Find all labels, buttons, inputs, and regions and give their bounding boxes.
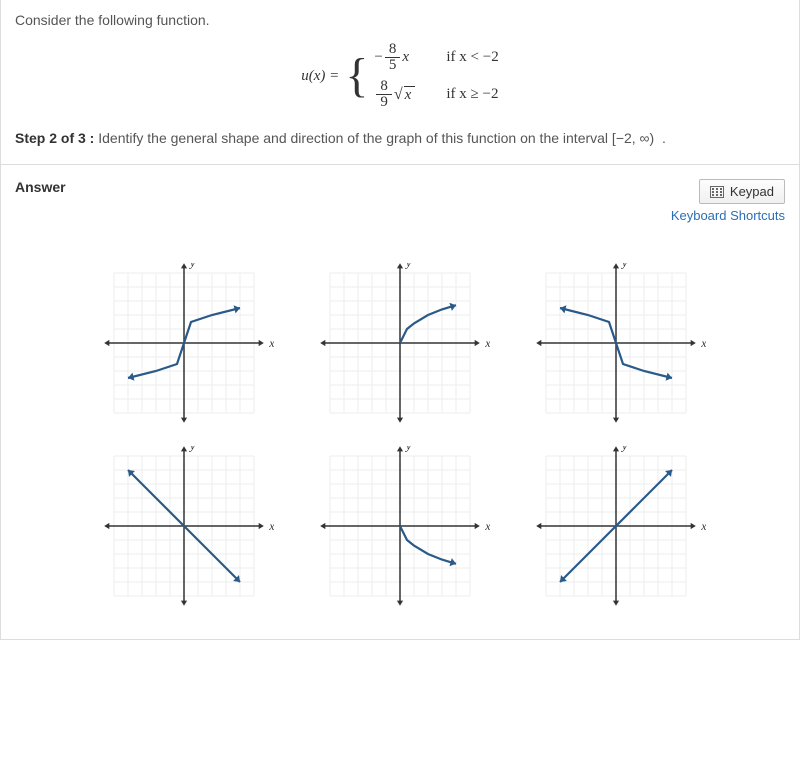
svg-text:x: x	[700, 336, 706, 350]
keypad-button[interactable]: Keypad	[699, 179, 785, 204]
case-1: − 8 5 x if x < −2	[374, 42, 498, 73]
radical-icon: √	[394, 86, 403, 104]
keypad-area: Keypad Keyboard Shortcuts	[671, 179, 785, 223]
svg-text:y: y	[621, 446, 628, 453]
case-2-expr: 8 9 √x	[374, 79, 434, 110]
piecewise-function: u(x) = { − 8 5 x if x < −2	[15, 42, 785, 110]
keyboard-shortcuts-link[interactable]: Keyboard Shortcuts	[671, 208, 785, 223]
answer-panel: Answer Keypad Keyboard Shortcuts xy xy x	[0, 165, 800, 640]
frac-den: 9	[376, 95, 392, 110]
graph-choice-5[interactable]: xy	[310, 446, 490, 609]
minus-sign: −	[374, 49, 382, 66]
step-text: Identify the general shape and direction…	[98, 130, 666, 146]
step-line: Step 2 of 3 : Identify the general shape…	[15, 130, 785, 146]
graph-choice-2[interactable]: xy	[310, 263, 490, 426]
frac-8-5: 8 5	[385, 42, 401, 73]
case-1-expr: − 8 5 x	[374, 42, 434, 73]
step-label: Step 2 of 3 :	[15, 130, 94, 146]
keypad-button-label: Keypad	[730, 184, 774, 199]
svg-text:x: x	[268, 519, 274, 533]
frac-8-9: 8 9	[376, 79, 392, 110]
case-2: 8 9 √x if x ≥ −2	[374, 79, 498, 110]
svg-text:y: y	[621, 263, 628, 270]
function-name: u(x) =	[301, 68, 339, 85]
graph-choice-4[interactable]: xy	[94, 446, 274, 609]
answer-label: Answer	[15, 179, 66, 195]
keypad-icon	[710, 186, 724, 198]
graph-row-2: xy xy xy	[94, 446, 706, 609]
graph-choices: xy xy xy xy xy xy	[15, 263, 785, 609]
question-panel: Consider the following function. u(x) = …	[0, 0, 800, 165]
frac-den: 5	[385, 58, 401, 73]
svg-text:y: y	[405, 263, 412, 270]
graph-choice-3[interactable]: xy	[526, 263, 706, 426]
question-prompt: Consider the following function.	[15, 12, 785, 28]
svg-text:x: x	[484, 336, 490, 350]
graph-choice-1[interactable]: xy	[94, 263, 274, 426]
case-1-var: x	[402, 49, 409, 66]
left-brace-icon: {	[345, 52, 368, 100]
graph-choice-6[interactable]: xy	[526, 446, 706, 609]
case-1-condition: if x < −2	[446, 49, 498, 66]
graph-row-1: xy xy xy	[94, 263, 706, 426]
radical-arg: x	[404, 86, 416, 104]
answer-header: Answer Keypad Keyboard Shortcuts	[15, 179, 785, 223]
svg-text:x: x	[700, 519, 706, 533]
svg-text:y: y	[189, 446, 196, 453]
svg-text:x: x	[268, 336, 274, 350]
svg-text:y: y	[189, 263, 196, 270]
frac-num: 8	[385, 42, 401, 58]
frac-num: 8	[376, 79, 392, 95]
case-2-condition: if x ≥ −2	[446, 86, 498, 103]
function-wrap: u(x) = { − 8 5 x if x < −2	[301, 42, 498, 110]
cases: − 8 5 x if x < −2 8 9	[374, 42, 498, 110]
svg-text:x: x	[484, 519, 490, 533]
svg-text:y: y	[405, 446, 412, 453]
